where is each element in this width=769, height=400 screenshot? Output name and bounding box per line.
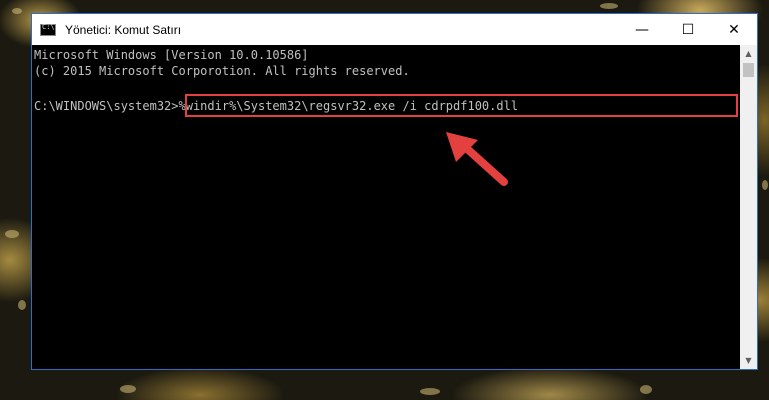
background-speck [12,8,22,14]
cmd-app-icon[interactable] [40,23,56,36]
background-speck [120,385,136,393]
scroll-down-arrow-icon[interactable]: ▼ [740,352,757,369]
window-controls: — ☐ ✕ [619,14,757,45]
command-highlight-box [185,94,738,117]
background-speck [420,388,440,395]
console-output[interactable]: Microsoft Windows [Version 10.0.10586] (… [32,45,740,369]
background-speck [640,385,652,394]
version-line: Microsoft Windows [Version 10.0.10586] [34,48,309,62]
close-button[interactable]: ✕ [711,14,757,45]
title-bar[interactable]: Yönetici: Komut Satırı — ☐ ✕ [32,14,757,45]
background-speck [600,3,618,9]
background-speck [18,300,26,310]
minimize-button[interactable]: — [619,14,665,45]
background-speck [762,180,768,190]
vertical-scrollbar[interactable]: ▲ ▼ [740,45,757,369]
scroll-thumb[interactable] [743,63,754,77]
copyright-line: (c) 2015 Microsoft Corporotion. All righ… [34,64,410,78]
prompt-text: C:\WINDOWS\system32> [34,99,179,113]
window-title: Yönetici: Komut Satırı [65,22,182,37]
command-prompt-window[interactable]: Yönetici: Komut Satırı — ☐ ✕ Microsoft W… [31,13,758,370]
scroll-up-arrow-icon[interactable]: ▲ [740,45,757,62]
maximize-button[interactable]: ☐ [665,14,711,45]
background-speck [5,230,19,238]
red-arrow-icon [446,132,508,186]
